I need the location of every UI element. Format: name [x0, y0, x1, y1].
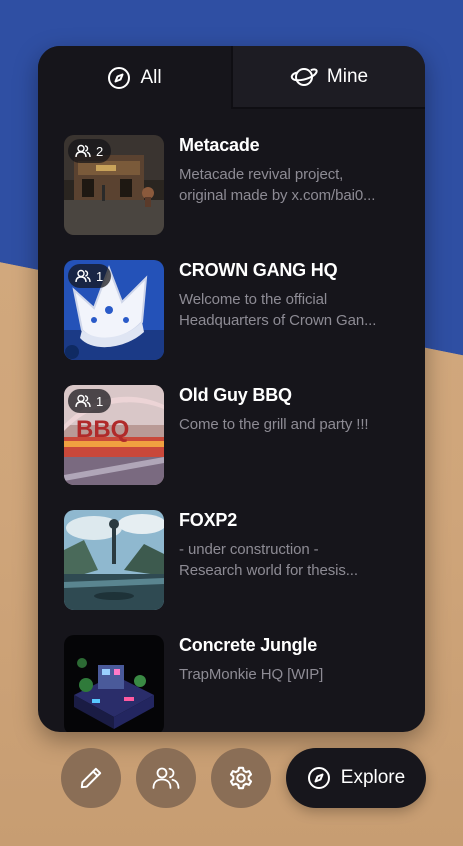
- planet-icon: [290, 67, 318, 86]
- tab-all-label: All: [140, 66, 162, 88]
- people-icon: [75, 394, 91, 408]
- world-thumbnail: [64, 510, 164, 610]
- world-title: Metacade: [179, 135, 260, 155]
- world-thumbnail: 1: [64, 260, 164, 360]
- explore-button[interactable]: Explore: [286, 748, 426, 808]
- worlds-panel: All Mine 2 Metacade Metacade revival pro…: [38, 46, 425, 732]
- explore-label: Explore: [340, 767, 406, 788]
- world-list: 2 Metacade Metacade revival project, ori…: [38, 109, 425, 732]
- world-item-concrete-jungle[interactable]: Concrete Jungle TrapMonkie HQ [WIP]: [64, 609, 414, 732]
- pencil-icon: [80, 767, 102, 789]
- online-count-badge: 1: [68, 264, 112, 288]
- world-description-line: Metacade revival project,: [179, 166, 344, 183]
- world-description-line: Come to the grill and party !!!: [179, 416, 369, 433]
- tab-mine-label: Mine: [326, 65, 369, 87]
- world-item-crown-gang-hq[interactable]: 1 CROWN GANG HQ Welcome to the official …: [64, 234, 414, 360]
- world-description-line: TrapMonkie HQ [WIP]: [179, 666, 324, 683]
- world-description: Metacade revival project, original made …: [179, 164, 404, 206]
- online-count-badge: 2: [68, 139, 112, 163]
- online-count: 1: [96, 393, 104, 409]
- world-title: CROWN GANG HQ: [179, 260, 338, 280]
- people-icon: [75, 269, 91, 283]
- online-count: 2: [96, 143, 104, 159]
- gear-icon: [229, 766, 253, 790]
- compass-icon: [108, 66, 131, 89]
- world-title: Concrete Jungle: [179, 635, 318, 655]
- world-description: TrapMonkie HQ [WIP]: [179, 664, 404, 685]
- world-description: Welcome to the official Headquarters of …: [179, 289, 404, 331]
- world-description-line: Headquarters of Crown Gan...: [179, 312, 377, 329]
- people-icon: [152, 767, 180, 789]
- bbq-sign-text: BBQ: [76, 416, 129, 443]
- world-thumbnail: 2: [64, 135, 164, 235]
- tab-mine[interactable]: Mine: [231, 46, 425, 109]
- world-item-foxp2[interactable]: FOXP2 - under construction - Research wo…: [64, 484, 414, 610]
- online-count: 1: [96, 268, 104, 284]
- people-icon: [75, 144, 91, 158]
- people-button[interactable]: [136, 748, 196, 808]
- tab-all[interactable]: All: [38, 46, 231, 109]
- world-thumbnail: BBQ 1: [64, 385, 164, 485]
- tab-bar: All Mine: [38, 46, 425, 109]
- online-count-badge: 1: [68, 389, 112, 413]
- world-description-line: Research world for thesis...: [179, 562, 358, 579]
- compass-icon: [307, 767, 330, 789]
- world-item-old-guy-bbq[interactable]: BBQ 1 Old Guy BBQ Come to the grill and …: [64, 359, 414, 485]
- world-item-metacade[interactable]: 2 Metacade Metacade revival project, ori…: [64, 109, 414, 235]
- world-thumbnail: [64, 635, 164, 732]
- settings-button[interactable]: [211, 748, 271, 808]
- world-description-line: - under construction -: [179, 541, 319, 558]
- world-title: Old Guy BBQ: [179, 385, 292, 405]
- world-description: Come to the grill and party !!!: [179, 414, 404, 435]
- world-description: - under construction - Research world fo…: [179, 539, 404, 581]
- edit-button[interactable]: [61, 748, 121, 808]
- world-description-line: Welcome to the official: [179, 291, 328, 308]
- world-title: FOXP2: [179, 510, 238, 530]
- world-description-line: original made by x.com/bai0...: [179, 187, 376, 204]
